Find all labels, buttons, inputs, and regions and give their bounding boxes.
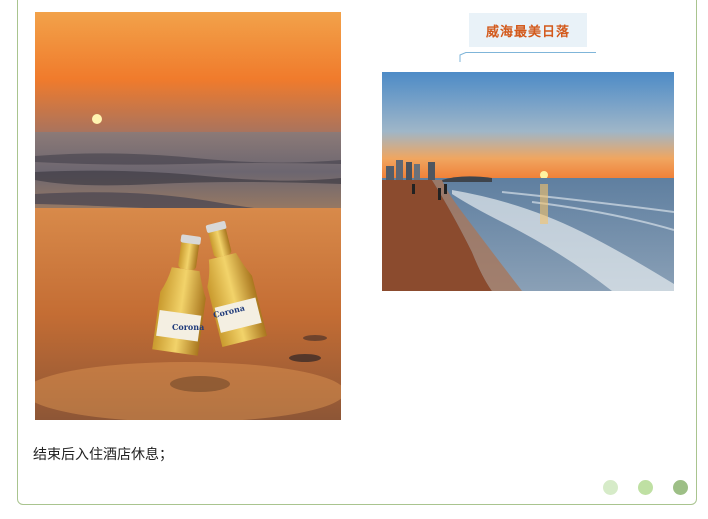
sunset-shoreline-photo[interactable] [382, 72, 674, 291]
decorative-dot-2 [638, 480, 653, 495]
caption-pointer-icon [459, 52, 468, 62]
sunset-beer-photo[interactable]: Corona Corona [35, 12, 341, 420]
decorative-dot-1 [603, 480, 618, 495]
decorative-dot-3 [673, 480, 688, 495]
photo-caption: 威海最美日落 [469, 13, 587, 47]
sunset-beer-image: Corona Corona [35, 12, 341, 420]
bottle-label-1: Corona [172, 322, 204, 332]
caption-underline [466, 52, 596, 53]
sunset-shoreline-image [382, 72, 674, 291]
itinerary-text: 结束后入住酒店休息； [33, 447, 173, 463]
